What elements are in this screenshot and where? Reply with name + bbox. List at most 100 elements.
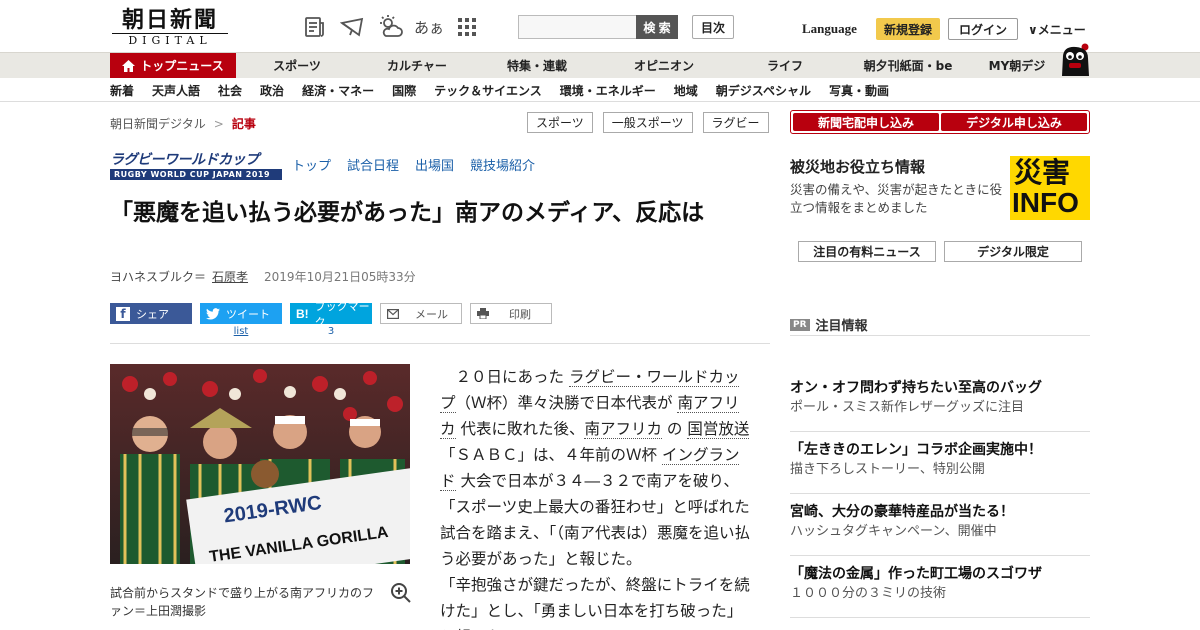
rwc-links: トップ 試合日程 出場国 競技場紹介 (292, 155, 535, 174)
signup-button[interactable]: 新規登録 (876, 18, 940, 40)
nav-opinion[interactable]: オピニオン (598, 53, 730, 78)
pr-item-subtitle: ポール・スミス新作レザーグッズに注目 (790, 400, 1025, 415)
disaster-banner-info: INFO (1012, 187, 1079, 218)
nav2-photo-video[interactable]: 写真・動画 (829, 78, 889, 102)
nav2-tenseijingo[interactable]: 天声人語 (152, 78, 200, 102)
digital-subscribe-button[interactable]: デジタル申し込み (941, 113, 1087, 131)
tweet-count[interactable]: list (200, 326, 282, 337)
nav-sports[interactable]: スポーツ (236, 53, 358, 78)
rwc-logo[interactable]: ラグビーワールドカップ RUGBY WORLD CUP JAPAN 2019 (110, 152, 282, 180)
tweet-label: ツイート (226, 307, 270, 321)
body-text: 代表に敗れた後、 (455, 420, 585, 438)
pr-item[interactable]: 宮崎、大分の豪華特産品が当たる！ ハッシュタグキャンペーン、開催中 (790, 494, 1090, 556)
secondary-nav: 新着 天声人語 社会 政治 経済・マネー 国際 テック＆サイエンス 環境・エネル… (0, 78, 1200, 102)
nav-culture[interactable]: カルチャー (358, 53, 476, 78)
rwc-link-top[interactable]: トップ (292, 155, 331, 174)
tag-sports[interactable]: スポーツ (527, 112, 593, 133)
pr-item-subtitle: 描き下ろしストーリー、特別公開 (790, 462, 985, 477)
nav-top-news[interactable]: トップニュース (110, 53, 236, 78)
rwc-link-stadiums[interactable]: 競技場紹介 (470, 155, 535, 174)
twitter-tweet-button[interactable]: ツイート list (200, 303, 282, 337)
article-paragraph: 「辛抱強さが鍵だったが、終盤にトライを続けた」とし、「勇ましい日本を打ち破った」… (440, 572, 750, 630)
tag-general-sports[interactable]: 一般スポーツ (602, 112, 693, 133)
pr-item-title: 「左ききのエレン」コラボ企画実施中！ (790, 442, 1042, 458)
language-link[interactable]: Language (802, 21, 857, 37)
category-tags: スポーツ 一般スポーツ ラグビー (527, 112, 769, 133)
facebook-share-button[interactable]: f シェア (110, 303, 192, 324)
mail-label: メール (415, 307, 448, 321)
paper-plane-icon[interactable] (338, 12, 368, 42)
zoom-icon[interactable] (390, 582, 412, 604)
nav2-tech-science[interactable]: テック＆サイエンス (434, 78, 542, 102)
home-icon (122, 59, 136, 72)
grid-menu-icon[interactable] (452, 12, 482, 42)
tab-premium-news[interactable]: 注目の有料ニュース (798, 241, 936, 262)
print-button[interactable]: 印刷 (470, 303, 552, 324)
nav-life[interactable]: ライフ (730, 53, 840, 78)
body-text: 大会で日本が３４―３２で南アを破り、「スポーツ史上最大の番狂わせ」と呼ばれた試合… (440, 472, 751, 568)
body-text: 「ＳＡＢＣ」は、４年前のＷ杯 (440, 446, 662, 464)
breadcrumb: 朝日新聞デジタル > 記事 (110, 115, 256, 132)
hatena-bookmark-button[interactable]: B! ブックマーク 3 (290, 300, 372, 337)
search-input[interactable] (518, 15, 636, 39)
pr-section-title: 注目情報 (815, 319, 868, 334)
rwc-link-schedule[interactable]: 試合日程 (347, 155, 399, 174)
article-photo[interactable]: 2019-RWC THE VANILLA GORILLA (110, 364, 410, 564)
site-header: 朝日新聞 DIGITAL あぁ 検 索 目次 Language 新規登録 ログイ… (0, 0, 1200, 52)
mascot-icon (1062, 43, 1089, 76)
body-text: の (661, 420, 688, 438)
tab-digital-only[interactable]: デジタル限定 (944, 241, 1082, 262)
logo-title: 朝日新聞 (121, 7, 218, 33)
pr-item[interactable]: 「左ききのエレン」コラボ企画実施中！ 描き下ろしストーリー、特別公開 (790, 432, 1090, 494)
nav2-economy[interactable]: 経済・マネー (302, 78, 374, 102)
publish-date: 2019年10月21日05時33分 (264, 270, 416, 284)
byline: ヨハネスブルク＝ 石原孝 2019年10月21日05時33分 (110, 268, 416, 285)
keyword-link[interactable]: 南アフリカ (584, 420, 662, 439)
pr-item[interactable]: 「魔法の金属」作った町工場のスゴワザ １０００分の３ミリの技術 (790, 556, 1090, 618)
pr-item-title: オン・オフ問わず持ちたい至高のバッグ (790, 380, 1042, 396)
newspaper-subscribe-button[interactable]: 新聞宅配申し込み (793, 113, 939, 131)
nav-my-asadigi[interactable]: MY朝デジ (976, 53, 1058, 78)
login-button[interactable]: ログイン (948, 18, 1018, 40)
nav2-region[interactable]: 地域 (674, 78, 698, 102)
pr-item-title: 「魔法の金属」作った町工場のスゴワザ (790, 566, 1042, 582)
menu-button[interactable]: ∨メニュー (1028, 21, 1086, 38)
mail-button[interactable]: メール (380, 303, 462, 324)
nav2-special[interactable]: 朝デジスペシャル (716, 78, 811, 102)
pr-item-subtitle: １０００分の３ミリの技術 (790, 586, 947, 601)
pr-item[interactable]: オン・オフ問わず持ちたい至高のバッグ ポール・スミス新作レザーグッズに注目 (790, 370, 1090, 432)
body-text: ２０日にあった (455, 368, 569, 386)
nav2-society[interactable]: 社会 (218, 78, 242, 102)
nav2-new[interactable]: 新着 (110, 78, 134, 102)
nav-features[interactable]: 特集・連載 (476, 53, 598, 78)
weather-icon[interactable] (376, 12, 406, 42)
share-bar: f シェア ツイート list B! ブックマーク 3 メール 印刷 (110, 300, 552, 337)
nav-label: トップニュース (140, 59, 224, 73)
nav-newspaper[interactable]: 朝夕刊紙面・be (840, 53, 976, 78)
print-icon (477, 308, 489, 319)
disaster-info-banner[interactable]: 災害 INFO (1010, 156, 1090, 220)
disaster-info-title[interactable]: 被災地お役立ち情報 (790, 156, 925, 177)
site-logo[interactable]: 朝日新聞 DIGITAL (112, 8, 228, 48)
nav2-politics[interactable]: 政治 (260, 78, 284, 102)
hatena-icon: B! (296, 306, 309, 321)
byline-author[interactable]: 石原孝 (212, 268, 248, 285)
nav2-international[interactable]: 国際 (392, 78, 416, 102)
search-button[interactable]: 検 索 (636, 15, 678, 39)
newspaper-icon[interactable] (300, 12, 330, 42)
breadcrumb-home[interactable]: 朝日新聞デジタル (110, 115, 206, 132)
contents-button[interactable]: 目次 (692, 15, 734, 39)
nav2-environment[interactable]: 環境・エネルギー (560, 78, 656, 102)
logo-subtitle: DIGITAL (112, 33, 228, 48)
keyword-link[interactable]: 国営放送 (687, 420, 750, 439)
article-headline: 「悪魔を追い払う必要があった」南アのメディア、反応は (110, 200, 705, 226)
rwc-link-teams[interactable]: 出場国 (415, 155, 454, 174)
disaster-info-text: 災害の備えや、災害が起きたときに役立つ情報をまとめました (790, 182, 1003, 215)
pr-badge: PR (790, 318, 810, 331)
font-size-icon[interactable]: あぁ (414, 12, 444, 42)
article-paragraph: ２０日にあった ラグビー・ワールドカップ（Ｗ杯）準々決勝で日本代表が 南アフリカ… (440, 364, 750, 572)
tag-rugby[interactable]: ラグビー (702, 112, 769, 133)
font-size-label: あぁ (414, 18, 445, 37)
byline-place: ヨハネスブルク＝ (110, 270, 207, 284)
breadcrumb-separator: > (213, 116, 224, 131)
